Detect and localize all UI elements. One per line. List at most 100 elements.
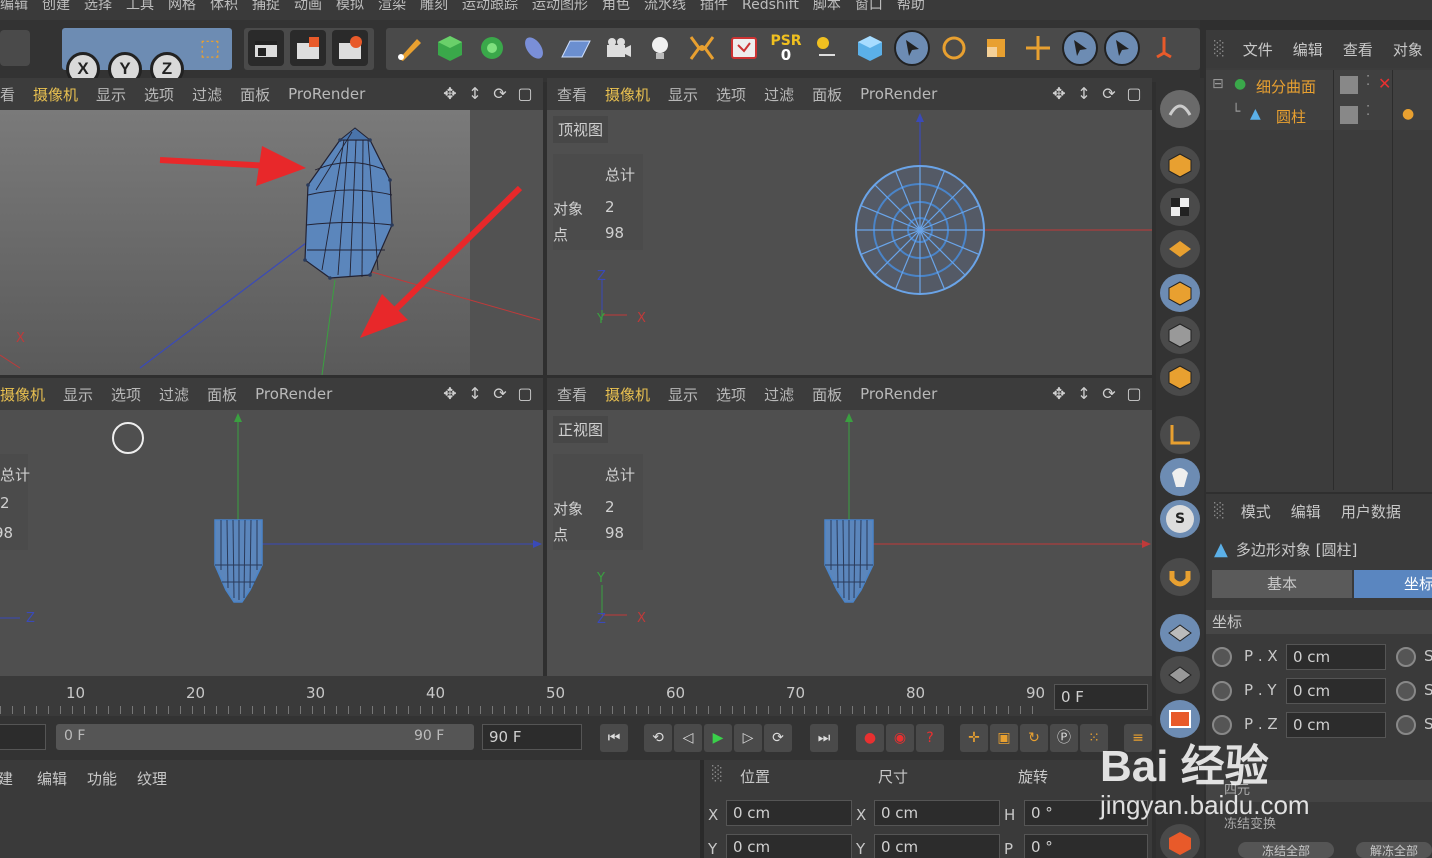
perspective-viewport[interactable]: 看 摄像机 显示 选项 过滤 面板 ProRender ✥ ↕ ⟳ ▢ 图 总计… (0, 78, 543, 375)
om-file-menu[interactable]: 文件 (1243, 39, 1273, 60)
mograph-icon[interactable] (684, 30, 720, 66)
keyframe-radio[interactable] (1396, 715, 1416, 735)
selection-mode-icon[interactable] (1104, 30, 1140, 66)
orbit-icon[interactable]: ⟳ (1099, 384, 1119, 404)
keyframe-radio[interactable] (1396, 681, 1416, 701)
zoom-icon[interactable]: ↕ (1074, 84, 1094, 104)
display-menu[interactable]: 显示 (668, 84, 698, 105)
record-icon[interactable]: ● (856, 724, 884, 752)
keyframe-radio[interactable] (1212, 681, 1232, 701)
object-row-subdivision[interactable]: ⊟ ● 细分曲面 ⁚ ✕ (1206, 72, 1432, 100)
subdivision-icon[interactable] (474, 30, 510, 66)
maximize-icon[interactable]: ▢ (1124, 384, 1144, 404)
unfreeze-all-button[interactable]: 解冻全部 (1356, 842, 1432, 858)
panel-menu[interactable]: 面板 (240, 84, 270, 105)
options-menu[interactable]: 选项 (716, 84, 746, 105)
goto-end-icon[interactable]: ⏭ (810, 724, 838, 752)
next-frame-icon[interactable]: ▷ (734, 724, 762, 752)
mat-texture-menu[interactable]: 纹理 (137, 768, 167, 789)
display-menu[interactable]: 显示 (668, 384, 698, 405)
camera-menu[interactable]: 摄像机 (33, 84, 78, 105)
floor-icon[interactable] (558, 30, 594, 66)
attr-mode-menu[interactable]: 模式 (1241, 501, 1271, 522)
key-position-icon[interactable]: ✛ (960, 724, 988, 752)
timeline-ruler[interactable]: 10 20 30 40 50 60 70 80 90 0 F (0, 676, 1152, 716)
attr-edit-menu[interactable]: 编辑 (1291, 501, 1321, 522)
size-y-field[interactable]: 0 cm (874, 834, 1000, 858)
sculpt-icon[interactable] (1160, 90, 1200, 128)
prev-key-icon[interactable]: ⟲ (644, 724, 672, 752)
menu-mograph[interactable]: 运动图形 (532, 0, 588, 12)
tweak-icon[interactable] (1160, 458, 1200, 496)
visibility-dots-icon[interactable]: ⁚ (1366, 104, 1370, 119)
top-viewport[interactable]: 查看 摄像机 显示 选项 过滤 面板 ProRender ✥ ↕ ⟳ ▢ 顶视图… (547, 78, 1152, 375)
menu-simulate[interactable]: 模拟 (336, 0, 364, 12)
key-rotation-icon[interactable]: ↻ (1020, 724, 1048, 752)
filter-menu[interactable]: 过滤 (192, 84, 222, 105)
orbit-icon[interactable]: ⟳ (1099, 84, 1119, 104)
menu-tools[interactable]: 工具 (126, 0, 154, 12)
camera-menu[interactable]: 摄像机 (605, 384, 650, 405)
om-view-menu[interactable]: 查看 (1343, 39, 1373, 60)
keyframe-radio[interactable] (1212, 647, 1232, 667)
viewport-solo-icon[interactable] (1160, 700, 1200, 738)
panel-menu[interactable]: 面板 (207, 384, 237, 405)
display-menu[interactable]: 显示 (63, 384, 93, 405)
end-frame-field[interactable]: 90 F (482, 724, 582, 750)
object-name[interactable]: 细分曲面 (1256, 76, 1316, 97)
px-field[interactable]: 0 cm (1286, 644, 1386, 670)
magnet-icon[interactable] (1160, 558, 1200, 596)
menu-motion-tracker[interactable]: 运动跟踪 (462, 0, 518, 12)
menu-create[interactable]: 创建 (42, 0, 70, 12)
planar-workplane-icon[interactable] (1160, 656, 1200, 694)
options-menu[interactable]: 选项 (144, 84, 174, 105)
scale-icon[interactable] (978, 30, 1014, 66)
attr-userdata-menu[interactable]: 用户数据 (1341, 501, 1401, 522)
maximize-icon[interactable]: ▢ (1124, 84, 1144, 104)
object-tag-icon[interactable] (1340, 76, 1358, 94)
solo-icon[interactable]: S (1160, 500, 1200, 538)
menu-edit[interactable]: 编辑 (0, 0, 28, 12)
layer-icon[interactable] (1160, 824, 1200, 858)
render-to-picture-viewer-icon[interactable] (290, 30, 326, 66)
prorender-menu[interactable]: ProRender (860, 385, 937, 403)
view-menu[interactable]: 看 (0, 84, 15, 105)
maximize-icon[interactable]: ▢ (515, 84, 535, 104)
key-scale-icon[interactable]: ▣ (990, 724, 1018, 752)
pan-icon[interactable]: ✥ (1049, 384, 1069, 404)
prev-frame-icon[interactable]: ◁ (674, 724, 702, 752)
object-tag-icon[interactable] (1340, 106, 1358, 124)
cube-select-icon[interactable] (852, 30, 888, 66)
scene-icon[interactable] (726, 30, 762, 66)
axis-transform-icon[interactable] (1146, 30, 1182, 66)
key-pla-icon[interactable]: ⁙ (1080, 724, 1108, 752)
menu-script[interactable]: 脚本 (813, 0, 841, 12)
view-menu[interactable]: 查看 (557, 84, 587, 105)
freeze-all-button[interactable]: 冻结全部 (1238, 842, 1334, 858)
disabled-x-icon[interactable]: ✕ (1378, 74, 1391, 93)
keyframe-help-icon[interactable]: ? (916, 724, 944, 752)
pos-x-field[interactable]: 0 cm (726, 800, 852, 826)
pan-icon[interactable]: ✥ (440, 84, 460, 104)
select-tool-icon[interactable] (894, 30, 930, 66)
rot-h-field[interactable]: 0 ° (1024, 800, 1148, 826)
edge-mode-icon[interactable] (1160, 316, 1200, 354)
pos-y-field[interactable]: 0 cm (726, 834, 852, 858)
deformer-icon[interactable] (516, 30, 552, 66)
mat-function-menu[interactable]: 功能 (87, 768, 117, 789)
menu-help[interactable]: 帮助 (897, 0, 925, 12)
om-edit-menu[interactable]: 编辑 (1293, 39, 1323, 60)
menu-volume[interactable]: 体积 (210, 0, 238, 12)
zoom-icon[interactable]: ↕ (465, 84, 485, 104)
pz-field[interactable]: 0 cm (1286, 712, 1386, 738)
coordinate-system-icon[interactable]: ⬚ (192, 30, 228, 66)
zoom-icon[interactable]: ↕ (1074, 384, 1094, 404)
render-settings-icon[interactable] (332, 30, 368, 66)
tree-toggle-icon[interactable]: ⊟ (1212, 76, 1224, 92)
rotate-icon[interactable] (936, 30, 972, 66)
size-x-field[interactable]: 0 cm (874, 800, 1000, 826)
frame-range-slider[interactable]: 0 F 90 F (56, 724, 474, 750)
tab-basic[interactable]: 基本 (1212, 570, 1352, 598)
mat-edit-menu[interactable]: 编辑 (37, 768, 67, 789)
py-field[interactable]: 0 cm (1286, 678, 1386, 704)
